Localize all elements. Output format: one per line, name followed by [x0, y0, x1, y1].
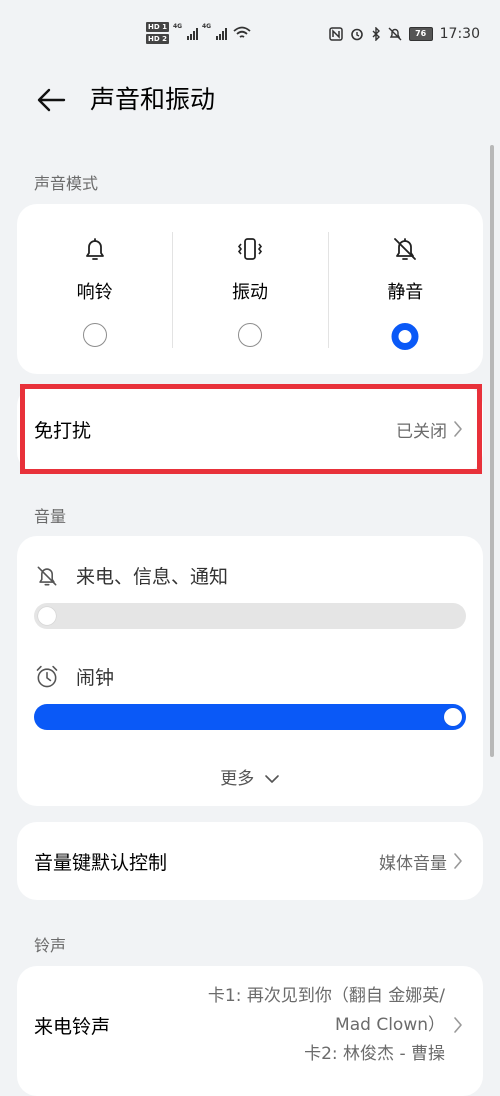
chevron-down-icon — [264, 775, 279, 783]
nfc-icon — [328, 27, 343, 41]
mute-icon — [388, 27, 402, 41]
alarm-volume-knob[interactable] — [444, 708, 462, 726]
dnd-value: 已关闭 — [396, 421, 447, 442]
clock: 17:30 — [439, 26, 480, 42]
chevron-right-icon — [454, 1017, 462, 1033]
scrollbar[interactable] — [490, 145, 494, 757]
calls-volume-slider[interactable] — [34, 603, 466, 629]
status-left: HD 1 HD 2 4G 4G — [146, 22, 251, 44]
hd1-badge: HD 1 — [146, 22, 169, 32]
back-arrow-icon[interactable] — [34, 82, 70, 118]
mode-vibrate-label: 振动 — [231, 282, 268, 303]
header: 声音和振动 — [0, 78, 500, 122]
calls-volume-row: 来电、信息、通知 — [34, 562, 228, 589]
sound-mode-label: 声音模式 — [34, 174, 99, 193]
wifi-icon — [233, 26, 251, 38]
ringtone-card[interactable]: 来电铃声 卡1: 再次见到你（翻自 金娜英/ Mad Clown） 卡2: 林俊… — [17, 966, 483, 1096]
chevron-right-icon — [454, 421, 462, 437]
hd-indicators: HD 1 HD 2 — [146, 22, 169, 44]
mode-vibrate[interactable]: 振动 — [172, 204, 327, 374]
network-type-1: 4G — [172, 23, 183, 30]
vibrate-icon — [237, 238, 263, 260]
mode-silent-radio[interactable] — [391, 323, 419, 350]
page-title: 声音和振动 — [90, 85, 216, 114]
alarm-volume-slider[interactable] — [34, 704, 466, 730]
ringtone-card2: 卡2: 林俊杰 - 曹操 — [304, 1044, 445, 1064]
mode-ring-label: 响铃 — [76, 282, 113, 303]
calls-volume-knob[interactable] — [38, 607, 56, 625]
dnd-card[interactable]: 免打扰 已关闭 — [17, 386, 483, 472]
mode-ring[interactable]: 响铃 — [17, 204, 172, 374]
sound-mode-card: 响铃 振动 静音 — [17, 204, 483, 374]
mode-silent[interactable]: 静音 — [327, 204, 483, 374]
hd2-badge: HD 2 — [146, 34, 169, 44]
volume-key-card[interactable]: 音量键默认控制 媒体音量 — [17, 822, 483, 900]
mode-silent-label: 静音 — [387, 282, 424, 303]
battery-indicator: 76 — [408, 27, 433, 41]
volume-card: 来电、信息、通知 闹钟 更多 — [17, 536, 483, 806]
alarm-clock-icon — [36, 665, 58, 687]
bell-icon — [85, 238, 104, 260]
calls-volume-label: 来电、信息、通知 — [76, 566, 229, 588]
mode-vibrate-radio[interactable] — [237, 323, 262, 347]
volume-key-title: 音量键默认控制 — [34, 851, 168, 874]
dnd-row[interactable]: 免打扰 已关闭 — [17, 386, 483, 472]
sound-mode-options: 响铃 振动 静音 — [17, 204, 483, 374]
status-bar: HD 1 HD 2 4G 4G 76 17:30 — [0, 0, 500, 70]
ringtone-card1-line1: 卡1: 再次见到你（翻自 金娜英/ — [207, 986, 445, 1006]
volume-label: 音量 — [34, 507, 67, 526]
ringtone-value: 卡1: 再次见到你（翻自 金娜英/ Mad Clown） 卡2: 林俊杰 - 曹… — [208, 982, 445, 1069]
network-type-2: 4G — [201, 23, 212, 30]
alarm-volume-fill — [34, 704, 466, 730]
ringtone-card1-line2: Mad Clown） — [335, 1015, 445, 1035]
alarm-volume-row: 闹钟 — [34, 663, 114, 690]
bell-off-icon — [394, 238, 417, 260]
alarm-icon — [350, 28, 363, 41]
bell-off-icon — [37, 566, 57, 585]
signal-icon: 4G — [172, 23, 198, 40]
status-right: 76 17:30 — [328, 26, 480, 42]
more-label: 更多 — [220, 769, 255, 789]
bluetooth-icon — [372, 27, 380, 41]
chevron-right-icon — [454, 853, 462, 869]
signal-icon: 4G — [201, 23, 227, 40]
dnd-title: 免打扰 — [34, 419, 92, 442]
more-button[interactable]: 更多 — [17, 764, 483, 789]
volume-key-row[interactable]: 音量键默认控制 媒体音量 — [17, 822, 483, 900]
alarm-volume-label: 闹钟 — [76, 667, 115, 689]
ringtone-label: 铃声 — [34, 936, 67, 955]
volume-key-value: 媒体音量 — [379, 853, 447, 874]
mode-ring-radio[interactable] — [82, 323, 107, 347]
